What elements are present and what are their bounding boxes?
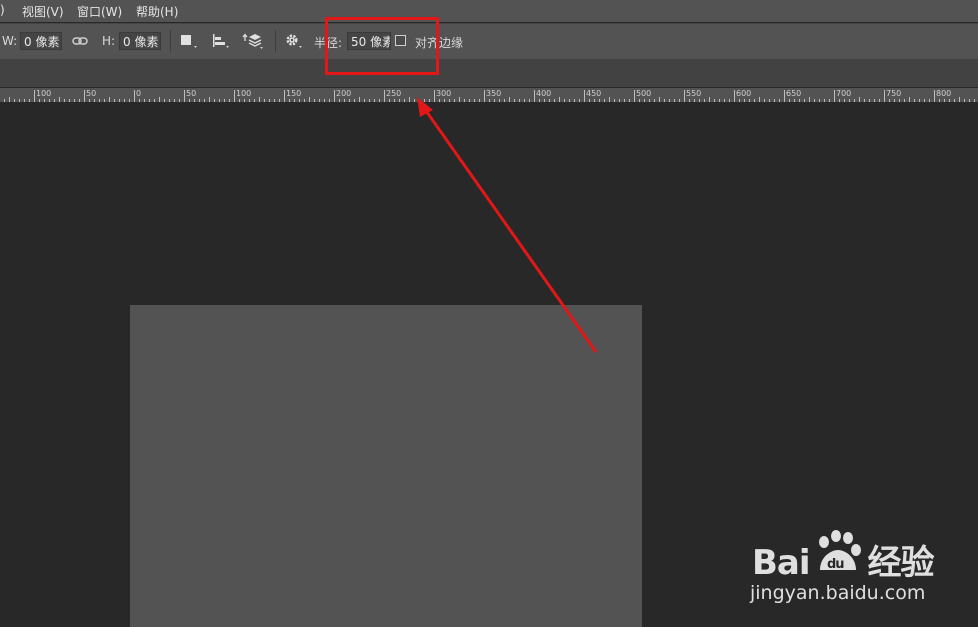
width-label: W: [2, 34, 18, 48]
menu-item-help[interactable]: 帮助(H) [136, 3, 178, 20]
document-tab-bar [0, 59, 978, 87]
height-label: H: [102, 34, 116, 48]
ruler-label: 400 [536, 89, 552, 98]
ruler-label: 50 [86, 89, 97, 98]
menu-item-window[interactable]: 窗口(W) [77, 3, 122, 20]
ruler-label: 300 [436, 89, 452, 98]
ruler-label: 450 [586, 89, 602, 98]
paw-icon: du [810, 530, 868, 580]
menu-bar: ) 视图(V) 窗口(W) 帮助(H) [0, 0, 978, 22]
ruler-label: 750 [886, 89, 902, 98]
height-input[interactable]: 0 像素 [119, 32, 161, 50]
ruler-label: 150 [286, 89, 302, 98]
ruler-label: 250 [386, 89, 402, 98]
svg-text:du: du [827, 557, 844, 572]
ruler-label: 600 [736, 89, 752, 98]
tool-options-bar: W: 0 像素 H: 0 像素 半径: 50 像素 对齐边缘 [0, 23, 978, 60]
watermark-url: jingyan.baidu.com [750, 582, 926, 604]
ruler-label: 0 [136, 89, 142, 98]
separator [170, 30, 171, 52]
separator [275, 30, 276, 52]
ruler-label: 650 [786, 89, 802, 98]
link-icon[interactable] [72, 33, 88, 52]
ruler-label: 200 [336, 89, 352, 98]
ruler-label: 350 [486, 89, 502, 98]
baidu-jingyan-logo: Bai du 经验 [752, 530, 935, 584]
path-alignment-icon[interactable] [212, 34, 230, 54]
menu-item-view[interactable]: 视图(V) [22, 3, 64, 20]
document-canvas[interactable] [130, 305, 642, 627]
path-operations-icon[interactable] [180, 34, 198, 54]
annotation-highlight-box [325, 17, 439, 75]
ruler-label: 550 [686, 89, 702, 98]
ruler-label: 50 [186, 89, 197, 98]
ruler-label: 100 [236, 89, 252, 98]
ruler-label: 100 [36, 89, 52, 98]
gear-icon[interactable] [284, 32, 304, 54]
ruler-label: 500 [636, 89, 652, 98]
width-input[interactable]: 0 像素 [20, 32, 62, 50]
ruler-label: 700 [836, 89, 852, 98]
horizontal-ruler: 100 50 0 50 100 150 200 250 300 350 400 450 500 550 60… [0, 88, 978, 102]
path-arrangement-icon[interactable] [242, 32, 264, 54]
menu-item-partial[interactable]: ) [0, 3, 5, 17]
ruler-label: 800 [936, 89, 952, 98]
